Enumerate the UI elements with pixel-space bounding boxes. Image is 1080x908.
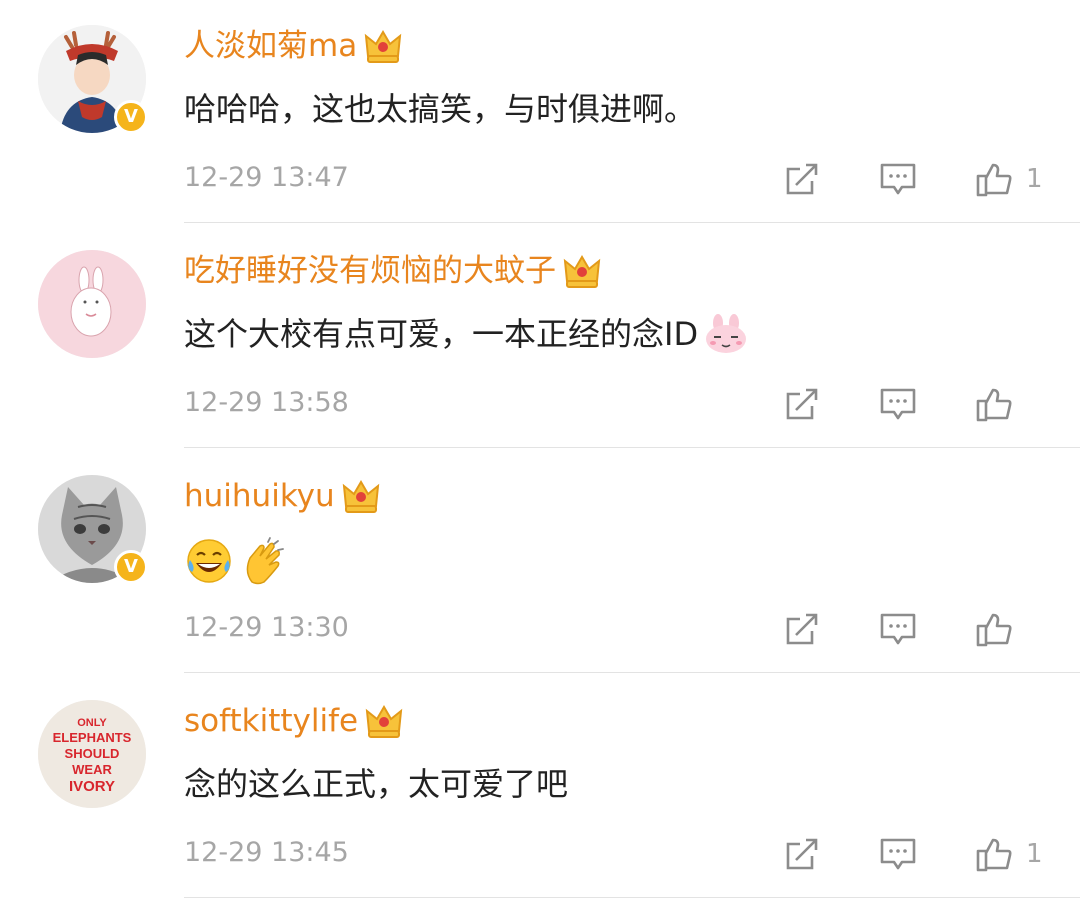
comment-icon [880, 388, 916, 420]
divider [184, 222, 1080, 223]
crown-vip-icon [364, 30, 402, 63]
divider [184, 447, 1080, 448]
comment-item: V 人淡如菊ma 哈哈哈，这也太搞笑，与时俱进啊。 12-29 13:47 1 [0, 0, 1080, 225]
avatar-text-line: SHOULD [65, 746, 120, 761]
comment-text [184, 536, 292, 586]
share-button[interactable] [780, 832, 824, 876]
comment-text: 哈哈哈，这也太搞笑，与时俱进啊。 [184, 86, 696, 132]
username[interactable]: huihuikyu [184, 474, 381, 518]
avatar[interactable]: ONLY ELEPHANTS SHOULD WEAR IVORY [38, 700, 146, 808]
comment-item: V huihuikyu 12-29 13:30 [0, 450, 1080, 675]
thumbs-up-icon [976, 163, 1012, 197]
avatar[interactable] [38, 250, 146, 358]
comment-icon [880, 838, 916, 870]
divider [184, 897, 1080, 898]
username-label: softkittylife [184, 703, 359, 739]
username-label: huihuikyu [184, 478, 335, 514]
timestamp: 12-29 13:47 [184, 162, 349, 193]
timestamp: 12-29 13:58 [184, 387, 349, 418]
crown-vip-icon [563, 255, 601, 288]
reply-button[interactable] [876, 382, 920, 426]
avatar-text-line: WEAR [72, 762, 112, 777]
action-bar: 1 [780, 155, 1043, 203]
comment-item: 吃好睡好没有烦恼的大蚊子 这个大校有点可爱，一本正经的念ID 12-29 13:… [0, 225, 1080, 450]
thumbs-up-icon [976, 613, 1012, 647]
share-button[interactable] [780, 382, 824, 426]
action-bar: 1 [780, 830, 1043, 878]
share-icon [786, 388, 818, 420]
timestamp: 12-29 13:30 [184, 612, 349, 643]
comment-text: 这个大校有点可爱，一本正经的念ID [184, 311, 750, 357]
thumbs-up-icon [976, 838, 1012, 872]
avatar-text-line: ELEPHANTS [53, 730, 132, 745]
avatar-text-line: ONLY [77, 717, 107, 729]
action-bar [780, 605, 1040, 653]
username-label: 人淡如菊ma [184, 28, 358, 64]
crown-vip-icon [342, 480, 379, 513]
comment-text-label: 这个大校有点可爱，一本正经的念ID [184, 315, 699, 353]
like-count: 1 [1026, 839, 1043, 869]
like-count: 1 [1026, 164, 1043, 194]
verified-v-icon: V [114, 550, 148, 584]
reply-button[interactable] [876, 607, 920, 651]
comment-text-label: 念的这么正式，太可爱了吧 [184, 765, 569, 803]
share-button[interactable] [780, 157, 824, 201]
share-button[interactable] [780, 607, 824, 651]
avatar-bunny-illustration-icon [38, 250, 146, 358]
bunny-emoji-icon [706, 314, 747, 353]
username[interactable]: 吃好睡好没有烦恼的大蚊子 [184, 249, 602, 293]
username[interactable]: softkittylife [184, 699, 404, 743]
action-bar [780, 380, 1040, 428]
divider [184, 672, 1080, 673]
verified-v-icon: V [114, 100, 148, 134]
reply-button[interactable] [876, 157, 920, 201]
comment-icon [880, 613, 916, 645]
like-button[interactable] [972, 832, 1016, 876]
share-icon [786, 838, 818, 870]
timestamp: 12-29 13:45 [184, 837, 349, 868]
comment-text: 念的这么正式，太可爱了吧 [184, 761, 568, 807]
like-button[interactable] [972, 382, 1016, 426]
like-button[interactable] [972, 157, 1016, 201]
crown-vip-icon [365, 705, 403, 738]
reply-button[interactable] [876, 832, 920, 876]
share-icon [786, 163, 818, 195]
laughing-tears-emoji-icon [187, 539, 231, 583]
clapping-hands-emoji-icon [246, 537, 284, 585]
username-label: 吃好睡好没有烦恼的大蚊子 [184, 253, 556, 289]
thumbs-up-icon [976, 388, 1012, 422]
username[interactable]: 人淡如菊ma [184, 24, 403, 68]
share-icon [786, 613, 818, 645]
avatar-text-shirt-icon: ONLY ELEPHANTS SHOULD WEAR IVORY [38, 700, 146, 808]
comment-icon [880, 163, 916, 195]
avatar-text-line: IVORY [69, 778, 115, 795]
comment-item: ONLY ELEPHANTS SHOULD WEAR IVORY softkit… [0, 675, 1080, 900]
like-button[interactable] [972, 607, 1016, 651]
comment-text-label: 哈哈哈，这也太搞笑，与时俱进啊。 [184, 90, 697, 128]
